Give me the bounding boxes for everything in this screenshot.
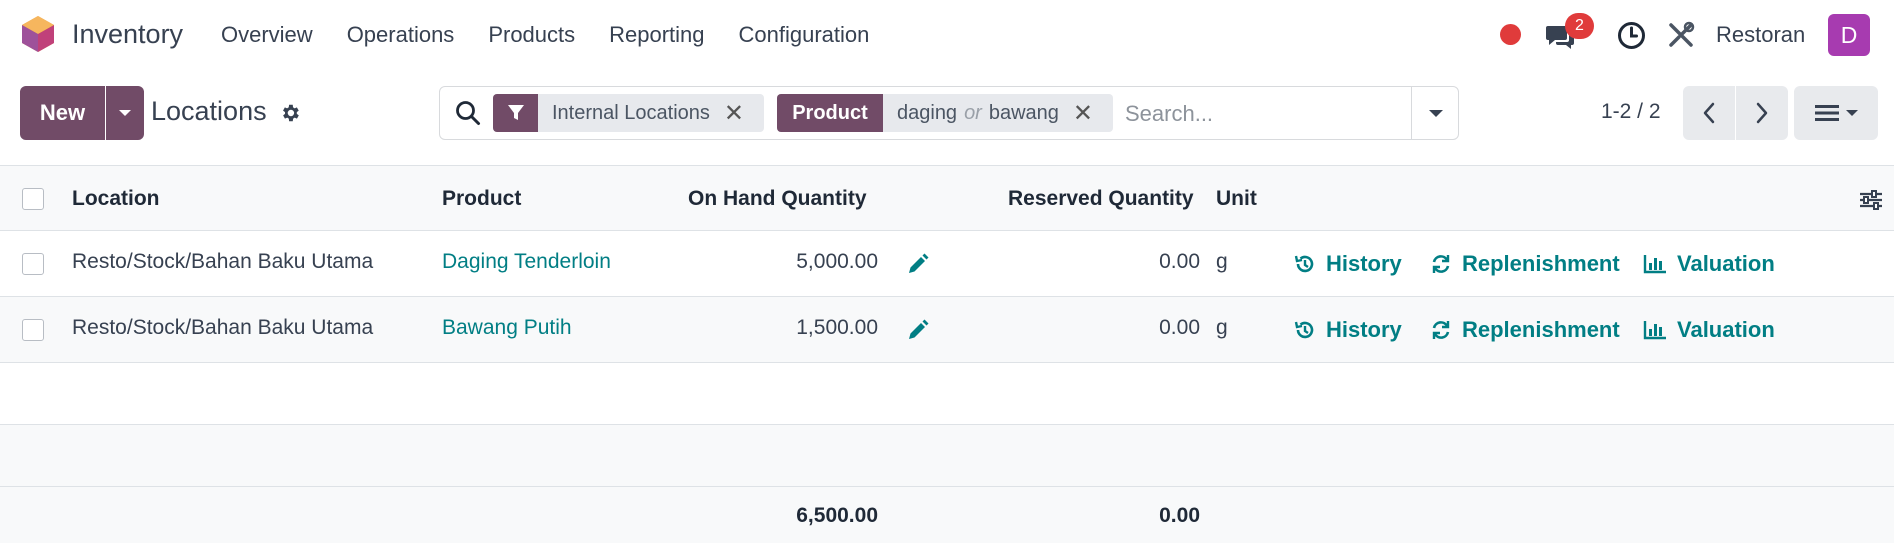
top-navbar: Inventory Overview Operations Products R… bbox=[0, 0, 1894, 70]
replenishment-button[interactable]: Replenishment bbox=[1430, 251, 1620, 277]
cell-reserved: 0.00 bbox=[1159, 250, 1200, 273]
replenishment-label: Replenishment bbox=[1462, 251, 1620, 276]
inventory-app-logo-icon[interactable] bbox=[20, 15, 56, 53]
column-header-on-hand[interactable]: On Hand Quantity bbox=[688, 187, 867, 211]
clock-icon[interactable] bbox=[1617, 21, 1646, 50]
valuation-button[interactable]: Valuation bbox=[1643, 251, 1775, 277]
status-dot-icon[interactable] bbox=[1500, 24, 1521, 45]
cell-unit: g bbox=[1216, 250, 1228, 273]
column-header-location[interactable]: Location bbox=[72, 187, 160, 211]
facet-product-values: daging or bawang bbox=[883, 94, 1073, 132]
company-switcher[interactable]: Restoran bbox=[1716, 22, 1805, 48]
replenishment-button[interactable]: Replenishment bbox=[1430, 317, 1620, 343]
pager-previous-button[interactable] bbox=[1683, 86, 1735, 140]
list-view-icon bbox=[1815, 105, 1839, 121]
history-button[interactable]: History bbox=[1294, 251, 1402, 277]
menu-item-overview[interactable]: Overview bbox=[221, 22, 313, 48]
history-label: History bbox=[1326, 317, 1402, 342]
history-icon bbox=[1294, 255, 1314, 273]
pager-value[interactable]: 1-2 / 2 bbox=[1601, 100, 1661, 124]
column-header-product[interactable]: Product bbox=[442, 187, 521, 211]
main-menu: Overview Operations Products Reporting C… bbox=[221, 22, 903, 48]
history-icon bbox=[1294, 321, 1314, 339]
row-checkbox[interactable] bbox=[22, 253, 44, 275]
cell-reserved: 0.00 bbox=[1159, 316, 1200, 339]
table-row[interactable]: Resto/Stock/Bahan Baku Utama Bawang Puti… bbox=[0, 297, 1894, 363]
menu-item-configuration[interactable]: Configuration bbox=[739, 22, 870, 48]
remove-facet-filter-close-icon[interactable]: ✕ bbox=[724, 94, 754, 132]
row-checkbox[interactable] bbox=[22, 319, 44, 341]
search-facet-product: Product daging or bawang ✕ bbox=[777, 94, 1113, 132]
cell-location[interactable]: Resto/Stock/Bahan Baku Utama bbox=[72, 316, 373, 340]
search-icon[interactable] bbox=[454, 99, 482, 127]
remove-facet-product-close-icon[interactable]: ✕ bbox=[1073, 94, 1103, 132]
select-all-checkbox[interactable] bbox=[22, 188, 44, 210]
search-facet-filter: Internal Locations ✕ bbox=[493, 94, 764, 132]
facet-product-value-1: daging bbox=[897, 101, 958, 124]
bar-chart-icon bbox=[1643, 255, 1666, 274]
new-dropdown-toggle[interactable] bbox=[106, 86, 144, 140]
refresh-icon bbox=[1432, 255, 1450, 273]
replenishment-label: Replenishment bbox=[1462, 317, 1620, 342]
page-title: Locations bbox=[151, 96, 267, 126]
history-label: History bbox=[1326, 251, 1402, 276]
table-header: Location Product On Hand Quantity Reserv… bbox=[0, 165, 1894, 231]
new-button[interactable]: New bbox=[20, 86, 105, 140]
cell-location[interactable]: Resto/Stock/Bahan Baku Utama bbox=[72, 250, 373, 274]
valuation-button[interactable]: Valuation bbox=[1643, 317, 1775, 343]
menu-item-operations[interactable]: Operations bbox=[347, 22, 455, 48]
table-footer-totals: 6,500.00 0.00 bbox=[0, 487, 1894, 543]
facet-product-label: Product bbox=[777, 94, 883, 132]
cell-product-link[interactable]: Bawang Putih bbox=[442, 316, 572, 340]
facet-or-separator: or bbox=[964, 101, 982, 124]
chevron-right-icon bbox=[1756, 102, 1768, 124]
pencil-edit-icon[interactable] bbox=[906, 252, 930, 276]
optional-columns-icon[interactable] bbox=[1858, 188, 1884, 212]
history-button[interactable]: History bbox=[1294, 317, 1402, 343]
pencil-edit-icon[interactable] bbox=[906, 318, 930, 342]
empty-row bbox=[0, 363, 1894, 425]
cell-on-hand[interactable]: 1,500.00 bbox=[740, 316, 878, 340]
pager-next-button[interactable] bbox=[1736, 86, 1788, 140]
total-reserved: 0.00 bbox=[1159, 504, 1200, 527]
menu-item-reporting[interactable]: Reporting bbox=[609, 22, 704, 48]
chevron-left-icon bbox=[1703, 102, 1715, 124]
column-header-reserved[interactable]: Reserved Quantity bbox=[1008, 187, 1194, 211]
empty-row bbox=[0, 425, 1894, 487]
menu-item-products[interactable]: Products bbox=[488, 22, 575, 48]
search-input[interactable] bbox=[1125, 100, 1395, 128]
search-bar: Internal Locations ✕ Product daging or b… bbox=[439, 86, 1459, 140]
app-name[interactable]: Inventory bbox=[72, 19, 183, 50]
filter-icon bbox=[493, 94, 538, 132]
facet-filter-value: Internal Locations bbox=[552, 101, 710, 124]
view-switcher-button[interactable] bbox=[1794, 86, 1878, 140]
total-on-hand: 6,500.00 bbox=[796, 504, 878, 527]
table-row[interactable]: Resto/Stock/Bahan Baku Utama Daging Tend… bbox=[0, 231, 1894, 297]
valuation-label: Valuation bbox=[1677, 251, 1775, 276]
cell-unit: g bbox=[1216, 316, 1228, 339]
facet-product-value-2: bawang bbox=[988, 101, 1059, 124]
search-options-toggle[interactable] bbox=[1411, 87, 1459, 139]
chat-unread-badge: 2 bbox=[1565, 13, 1594, 39]
column-header-unit[interactable]: Unit bbox=[1216, 187, 1257, 211]
bar-chart-icon bbox=[1643, 321, 1666, 340]
debug-tools-icon[interactable] bbox=[1667, 21, 1695, 49]
cell-product-link[interactable]: Daging Tenderloin bbox=[442, 250, 611, 274]
cell-on-hand[interactable]: 5,000.00 bbox=[740, 250, 878, 274]
gear-icon[interactable] bbox=[279, 102, 301, 124]
refresh-icon bbox=[1432, 321, 1450, 339]
valuation-label: Valuation bbox=[1677, 317, 1775, 342]
user-avatar[interactable]: D bbox=[1828, 14, 1870, 56]
